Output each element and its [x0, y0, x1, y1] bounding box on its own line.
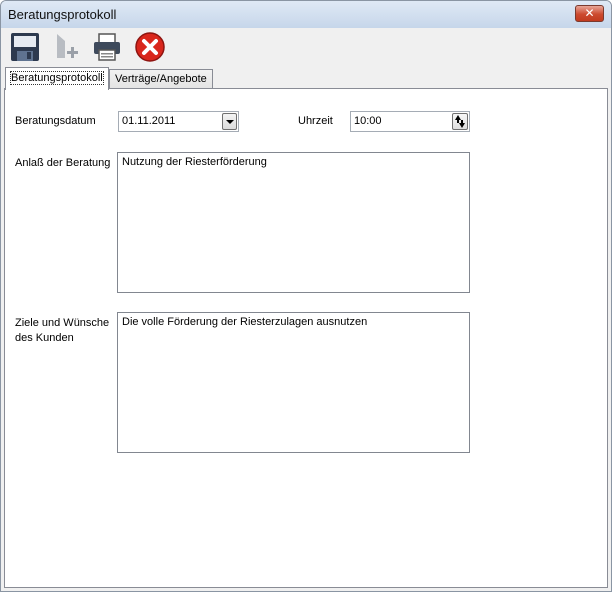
time-value: 10:00	[354, 115, 382, 127]
spinner-arrows-icon	[455, 115, 465, 128]
tab-panel: Beratungsdatum 01.11.2011 Uhrzeit 10:00 …	[4, 88, 608, 588]
goals-label-line2: des Kunden	[15, 332, 74, 344]
cancel-icon	[135, 32, 165, 62]
printer-icon	[94, 33, 120, 61]
reason-label: Anlaß der Beratung	[15, 157, 111, 169]
print-button[interactable]	[91, 31, 125, 63]
time-label: Uhrzeit	[298, 115, 333, 127]
tab-vertraege-angebote[interactable]: Verträge/Angebote	[109, 69, 213, 89]
goals-text: Die volle Förderung der Riesterzulagen a…	[122, 316, 368, 328]
tab-label: Beratungsprotokoll	[10, 71, 104, 85]
tab-beratungsprotokoll[interactable]: Beratungsprotokoll	[5, 67, 109, 90]
window: Beratungsprotokoll ✕ Beratungsprotokoll …	[0, 0, 612, 592]
toolbar	[1, 28, 611, 66]
goals-textarea[interactable]: Die volle Förderung der Riesterzulagen a…	[117, 312, 470, 453]
cancel-button[interactable]	[134, 31, 168, 63]
reason-text: Nutzung der Riesterförderung	[122, 156, 267, 168]
close-icon: ✕	[584, 6, 595, 20]
date-value: 01.11.2011	[122, 115, 176, 127]
chevron-down-icon[interactable]	[222, 113, 237, 130]
window-title: Beratungsprotokoll	[8, 7, 117, 22]
floppy-disk-icon	[11, 33, 39, 61]
tab-strip: Beratungsprotokoll Verträge/Angebote	[1, 67, 611, 90]
tab-label: Verträge/Angebote	[115, 73, 207, 85]
title-bar[interactable]: Beratungsprotokoll ✕	[1, 1, 611, 28]
goals-label-line1: Ziele und Wünsche	[15, 317, 110, 329]
date-combobox[interactable]: 01.11.2011	[118, 111, 239, 132]
reason-textarea[interactable]: Nutzung der Riesterförderung	[117, 152, 470, 293]
save-button[interactable]	[9, 31, 43, 63]
time-field[interactable]: 10:00	[350, 111, 470, 132]
add-document-icon	[57, 34, 78, 58]
add-document-button[interactable]	[51, 31, 85, 63]
spinner-button[interactable]	[452, 113, 468, 130]
window-close-button[interactable]: ✕	[575, 5, 604, 22]
date-label: Beratungsdatum	[15, 115, 96, 127]
